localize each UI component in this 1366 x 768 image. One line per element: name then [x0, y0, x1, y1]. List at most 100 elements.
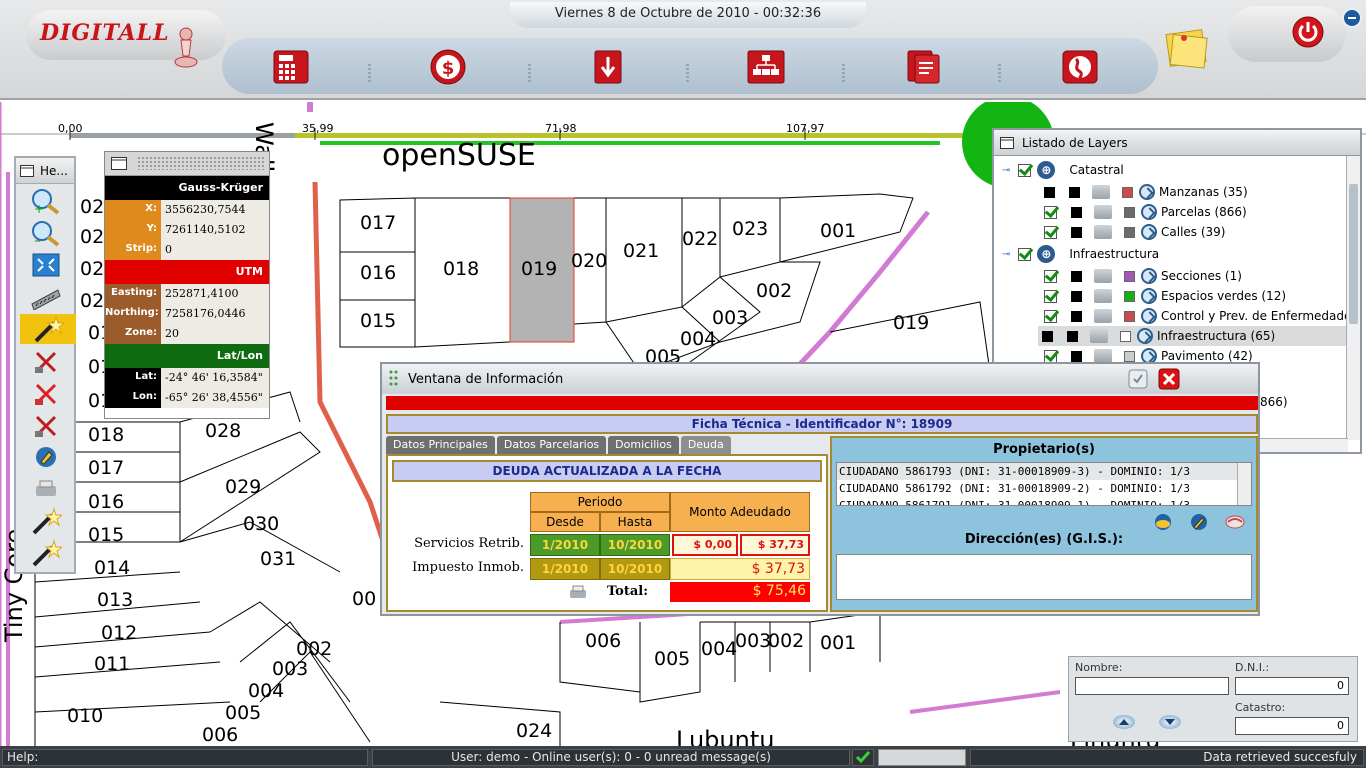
refresh-layer-icon[interactable] — [1141, 268, 1157, 284]
edit-pencil-icon[interactable] — [26, 442, 66, 472]
layer-item-selected[interactable]: Infraestructura (65) — [1038, 326, 1350, 346]
tree-toggle-icon[interactable]: ⊸ — [1002, 249, 1010, 260]
scrollbar-thumb[interactable] — [1349, 184, 1358, 324]
tool-cross-2-icon[interactable] — [26, 410, 66, 440]
print-layer-icon[interactable] — [1094, 225, 1112, 239]
propietarios-scrollbar[interactable] — [1237, 463, 1251, 505]
print-icon[interactable] — [26, 474, 66, 504]
refresh-layer-icon[interactable] — [1139, 184, 1155, 200]
org-chart-icon[interactable] — [744, 46, 788, 88]
layer-lock-box[interactable] — [1071, 226, 1082, 238]
tab-deuda[interactable]: Deuda — [680, 436, 731, 454]
layer-group-infraestructura[interactable]: ⊸ ⊕ Infraestructura — [1002, 244, 1159, 264]
layer-group-checkbox[interactable] — [1018, 247, 1032, 261]
layer-visibility-box[interactable] — [1044, 186, 1055, 198]
layers-vertical-scrollbar[interactable] — [1346, 156, 1360, 440]
layers-titlebar[interactable]: Listado de Layers — [994, 130, 1360, 156]
layer-item[interactable]: Calles (39) — [1044, 222, 1225, 242]
tab-datos-principales[interactable]: Datos Principales — [386, 436, 495, 454]
magic-wand-icon[interactable] — [20, 314, 76, 344]
layer-item[interactable]: Espacios verdes (12) — [1044, 286, 1286, 306]
locate-icon[interactable] — [1152, 512, 1174, 532]
ruler-icon[interactable] — [26, 282, 66, 312]
layer-visibility-checkbox[interactable] — [1044, 205, 1057, 219]
pawn-icon[interactable] — [172, 26, 200, 70]
minimize-button[interactable] — [1342, 8, 1362, 28]
print-layer-icon[interactable] — [1094, 349, 1112, 363]
catastro-input[interactable]: 0 — [1235, 717, 1349, 735]
zoom-extent-icon[interactable] — [26, 250, 66, 280]
print-icon[interactable] — [568, 584, 588, 600]
coordinates-titlebar[interactable] — [105, 152, 269, 176]
edit-pencil-icon[interactable] — [1188, 512, 1210, 532]
layer-visibility-checkbox[interactable] — [1044, 225, 1057, 239]
tab-domicilios[interactable]: Domicilios — [608, 436, 679, 454]
zoom-out-icon[interactable]: – — [26, 218, 66, 248]
layer-group-catastral[interactable]: ⊸ ⊕ Catastral — [1002, 160, 1124, 180]
layer-item[interactable]: Manzanas (35) — [1044, 182, 1248, 202]
zoom-in-icon[interactable]: + — [26, 186, 66, 216]
restore-icon[interactable] — [1128, 369, 1148, 389]
layer-group-checkbox[interactable] — [1018, 163, 1032, 177]
add-layer-icon[interactable]: ⊕ — [1037, 245, 1056, 263]
print-layer-icon[interactable] — [1094, 205, 1112, 219]
print-layer-icon[interactable] — [1094, 269, 1112, 283]
power-icon[interactable] — [1292, 16, 1324, 48]
layer-lock-box[interactable] — [1071, 350, 1082, 362]
tab-datos-parcelarios[interactable]: Datos Parcelarios — [496, 436, 607, 454]
list-item[interactable]: CIUDADANO 5861792 (DNI: 31-00018909-2) -… — [837, 480, 1251, 497]
nombre-input[interactable] — [1075, 677, 1229, 695]
calculator-icon[interactable] — [270, 46, 314, 88]
info-titlebar[interactable]: Ventana de Información — [382, 364, 1258, 394]
drag-grip-icon[interactable] — [388, 368, 400, 390]
refresh-layer-icon[interactable] — [1141, 224, 1157, 240]
tool-cross-icon[interactable] — [26, 346, 66, 376]
list-item[interactable]: CIUDADANO 5861791 (DNI: 31-00018909-1) -… — [837, 497, 1251, 505]
direcciones-list[interactable] — [836, 554, 1252, 600]
monto-input-a[interactable]: $ 0,00 — [672, 534, 738, 556]
layer-lock-box[interactable] — [1071, 310, 1082, 322]
monto-input-b[interactable]: $ 37,73 — [740, 534, 810, 556]
drag-handle[interactable] — [137, 156, 265, 170]
money-icon[interactable]: $ — [426, 46, 470, 88]
print-layer-icon[interactable] — [1094, 289, 1112, 303]
print-layer-icon[interactable] — [1094, 309, 1112, 323]
magic-wand-2-icon[interactable] — [26, 506, 66, 536]
layer-visibility-checkbox[interactable] — [1044, 269, 1057, 283]
world-icon[interactable] — [1058, 46, 1102, 88]
refresh-layer-icon[interactable] — [1137, 328, 1153, 344]
next-button[interactable] — [1159, 715, 1181, 729]
layer-visibility-checkbox[interactable] — [1044, 309, 1057, 323]
layer-lock-box[interactable] — [1071, 206, 1082, 218]
refresh-layer-icon[interactable] — [1141, 288, 1157, 304]
layer-item[interactable]: Parcelas (866) — [1044, 202, 1247, 222]
layer-item[interactable]: Control y Prev. de Enfermedade — [1044, 306, 1351, 326]
print-layer-icon[interactable] — [1092, 185, 1110, 199]
list-item[interactable]: CIUDADANO 5861793 (DNI: 31-00018909-3) -… — [837, 463, 1251, 480]
add-layer-icon[interactable]: ⊕ — [1037, 161, 1056, 179]
documents-icon[interactable] — [902, 46, 946, 88]
tree-toggle-icon[interactable]: ⊸ — [1002, 165, 1010, 176]
layer-lock-box[interactable] — [1067, 330, 1078, 342]
erase-icon[interactable] — [1224, 512, 1246, 532]
close-icon[interactable] — [1158, 368, 1180, 390]
layer-lock-box[interactable] — [1071, 270, 1082, 282]
layer-item[interactable]: Secciones (1) — [1044, 266, 1242, 286]
magic-wand-3-icon[interactable] — [26, 538, 66, 568]
previous-button[interactable] — [1113, 715, 1135, 729]
layer-visibility-checkbox[interactable] — [1044, 349, 1057, 363]
refresh-layer-icon[interactable] — [1141, 204, 1157, 220]
print-layer-icon[interactable] — [1090, 329, 1108, 343]
layer-lock-box[interactable] — [1069, 186, 1080, 198]
layer-visibility-box[interactable] — [1042, 330, 1053, 342]
tool-cross-red-icon[interactable] — [26, 378, 66, 408]
download-icon[interactable] — [588, 46, 632, 88]
layer-visibility-checkbox[interactable] — [1044, 289, 1057, 303]
toolbox-title[interactable]: He... — [16, 158, 74, 184]
layer-lock-box[interactable] — [1071, 290, 1082, 302]
sticky-notes-icon[interactable] — [1162, 26, 1210, 70]
dni-input[interactable]: 0 — [1235, 677, 1349, 695]
propietarios-list[interactable]: CIUDADANO 5861793 (DNI: 31-00018909-3) -… — [836, 462, 1252, 506]
refresh-layer-icon[interactable] — [1141, 308, 1157, 324]
lot-label: 022 — [682, 228, 719, 250]
